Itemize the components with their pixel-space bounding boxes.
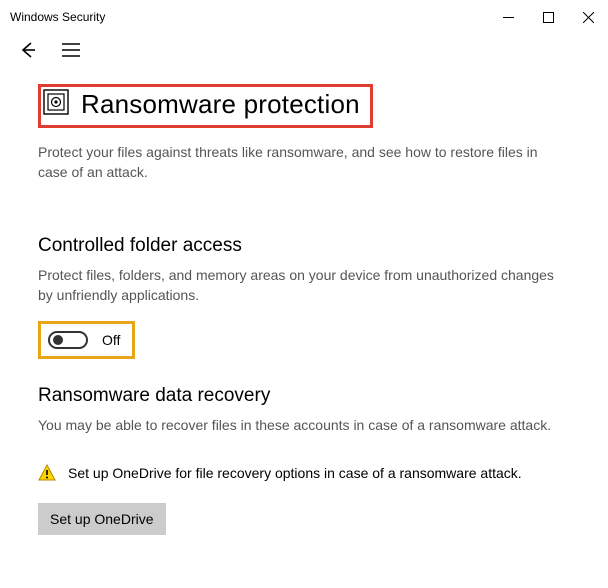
controlled-folder-toggle[interactable]: Off bbox=[38, 321, 135, 359]
toggle-knob bbox=[53, 335, 63, 345]
setup-onedrive-button[interactable]: Set up OneDrive bbox=[38, 503, 166, 535]
back-button[interactable] bbox=[18, 40, 38, 60]
back-arrow-icon bbox=[18, 40, 38, 60]
menu-button[interactable] bbox=[62, 43, 80, 57]
ransomware-icon bbox=[43, 89, 69, 120]
app-title: Windows Security bbox=[8, 10, 105, 24]
onedrive-hint-row: Set up OneDrive for file recovery option… bbox=[38, 463, 570, 487]
maximize-button[interactable] bbox=[528, 3, 568, 31]
main-content: Ransomware protection Protect your files… bbox=[0, 66, 608, 535]
page-description: Protect your files against threats like … bbox=[38, 142, 558, 183]
data-recovery-description: You may be able to recover files in thes… bbox=[38, 415, 558, 435]
toggle-state-label: Off bbox=[102, 332, 120, 348]
close-icon bbox=[583, 12, 594, 23]
nav-bar bbox=[0, 30, 608, 66]
page-header: Ransomware protection bbox=[38, 84, 373, 128]
window-controls bbox=[488, 3, 608, 31]
page-title: Ransomware protection bbox=[81, 89, 360, 120]
controlled-folder-title: Controlled folder access bbox=[38, 235, 570, 257]
minimize-icon bbox=[503, 12, 514, 23]
close-button[interactable] bbox=[568, 3, 608, 31]
warning-icon bbox=[38, 464, 56, 487]
toggle-track bbox=[48, 331, 88, 349]
maximize-icon bbox=[543, 12, 554, 23]
minimize-button[interactable] bbox=[488, 3, 528, 31]
controlled-folder-description: Protect files, folders, and memory areas… bbox=[38, 265, 558, 306]
data-recovery-title: Ransomware data recovery bbox=[38, 385, 570, 407]
onedrive-hint-text: Set up OneDrive for file recovery option… bbox=[68, 463, 522, 483]
titlebar: Windows Security bbox=[0, 0, 608, 30]
hamburger-icon bbox=[62, 43, 80, 57]
